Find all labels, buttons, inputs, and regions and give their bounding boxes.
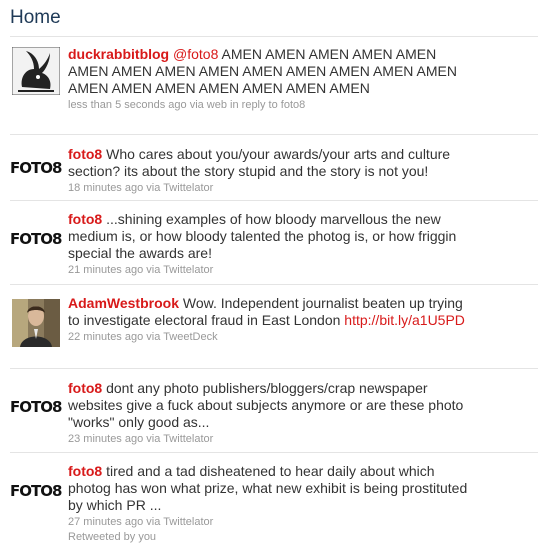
tweet-author-link[interactable]: foto8 (68, 211, 102, 227)
tweet-content: foto8 Who cares about you/your awards/yo… (68, 146, 478, 180)
foto8-avatar[interactable]: FOTO8 (10, 230, 62, 248)
tweet-item: FOTO8 foto8 dont any photo publishers/bl… (10, 368, 538, 453)
duckrabbit-avatar[interactable] (12, 47, 60, 95)
tweet-body: foto8 dont any photo publishers/bloggers… (68, 380, 478, 447)
bitly-link[interactable]: http://bit.ly/a1U5PD (344, 312, 465, 328)
tweet-meta[interactable]: 21 minutes ago via Twittelator (68, 263, 478, 278)
tweet-item: FOTO8 foto8 tired and a tad disheatened … (10, 452, 538, 553)
mention-link[interactable]: @foto8 (173, 46, 218, 62)
tweet-body: duckrabbitblog @foto8 AMEN AMEN AMEN AME… (68, 46, 478, 113)
tweet-item: AdamWestbrook Wow. Independent journalis… (10, 284, 538, 369)
tweet-meta[interactable]: 18 minutes ago via Twittelator (68, 181, 478, 196)
tweet-item: duckrabbitblog @foto8 AMEN AMEN AMEN AME… (10, 36, 538, 135)
tweet-meta[interactable]: 23 minutes ago via Twittelator (68, 432, 478, 447)
tweet-author-link[interactable]: foto8 (68, 146, 102, 162)
tweet-meta[interactable]: less than 5 seconds ago via web in reply… (68, 98, 478, 113)
page-title: Home (10, 7, 61, 28)
adamwestbrook-avatar[interactable] (12, 299, 60, 347)
tweet-body: foto8 ...shining examples of how bloody … (68, 211, 478, 278)
tweet-content: foto8 tired and a tad disheatened to hea… (68, 463, 478, 514)
tweet-author-link[interactable]: foto8 (68, 463, 102, 479)
tweet-text: ...shining examples of how bloody marvel… (68, 211, 457, 261)
tweet-body: foto8 Who cares about you/your awards/yo… (68, 146, 478, 196)
foto8-avatar[interactable]: FOTO8 (10, 482, 62, 500)
tweet-content: foto8 ...shining examples of how bloody … (68, 211, 478, 262)
home-page: Home duckrabbitblog @foto8 AMEN AMEN AME… (0, 0, 548, 560)
tweet-meta[interactable]: 27 minutes ago via Twittelator (68, 515, 478, 530)
retweet-label: Retweeted by you (68, 531, 157, 543)
duck-rabbit-icon (12, 47, 60, 95)
tweet-author-link[interactable]: AdamWestbrook (68, 295, 179, 311)
tweet-author-link[interactable]: duckrabbitblog (68, 46, 169, 62)
tweet-content: foto8 dont any photo publishers/bloggers… (68, 380, 478, 431)
tweet-item: FOTO8 foto8 ...shining examples of how b… (10, 200, 538, 285)
tweet-text: Who cares about you/your awards/your art… (68, 146, 451, 179)
tweet-text: dont any photo publishers/bloggers/crap … (68, 380, 464, 430)
foto8-avatar[interactable]: FOTO8 (10, 398, 62, 416)
foto8-avatar[interactable]: FOTO8 (10, 159, 62, 177)
tweet-meta[interactable]: 22 minutes ago via TweetDeck (68, 330, 478, 345)
tweet-author-link[interactable]: foto8 (68, 380, 102, 396)
tweet-content: AdamWestbrook Wow. Independent journalis… (68, 295, 478, 329)
tweet-content: duckrabbitblog @foto8 AMEN AMEN AMEN AME… (68, 46, 478, 97)
tweet-body: AdamWestbrook Wow. Independent journalis… (68, 295, 478, 345)
person-photo-icon (12, 299, 60, 347)
tweet-item: FOTO8 foto8 Who cares about you/your awa… (10, 134, 538, 201)
tweet-body: foto8 tired and a tad disheatened to hea… (68, 463, 478, 545)
tweet-text: tired and a tad disheatened to hear dail… (68, 463, 468, 513)
